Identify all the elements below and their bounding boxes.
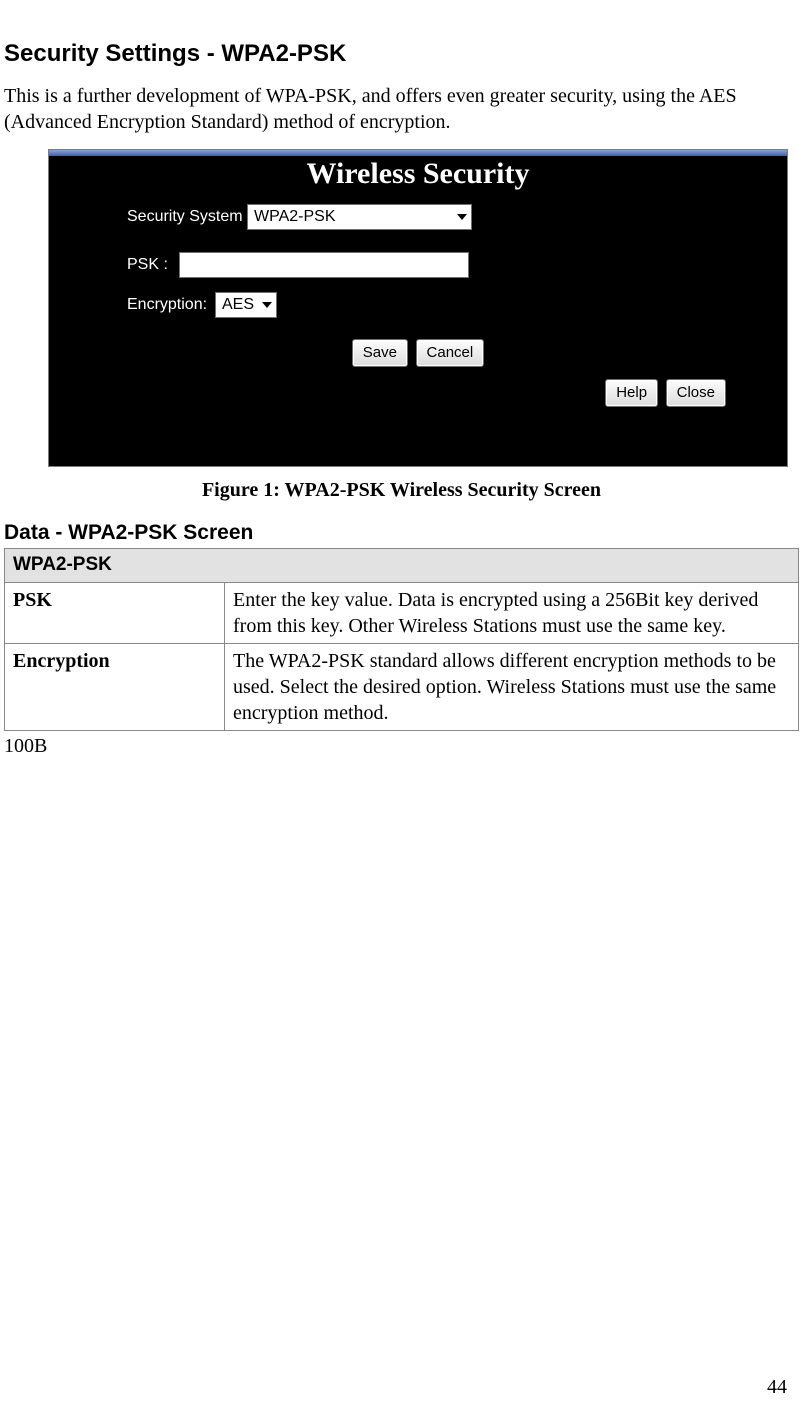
figure-container: Wireless Security Security System WPA2-P… [48,149,788,467]
security-system-label: Security System [127,207,247,228]
help-close-row: Help Close [604,378,727,407]
data-subheading: Data - WPA2-PSK Screen [4,519,799,546]
encryption-value: AES [222,295,254,316]
after-table-text: 100B [4,733,799,759]
table-row: Encryption The WPA2-PSK standard allows … [5,644,799,731]
psk-input[interactable] [179,252,469,278]
page-number: 44 [767,1374,787,1400]
psk-label: PSK : [127,255,179,276]
table-header-cell: WPA2-PSK [5,549,799,583]
encryption-label: Encryption: [127,295,215,316]
table-row-label: Encryption [5,644,225,731]
security-system-value: WPA2-PSK [254,207,336,228]
encryption-row: Encryption: AES [127,292,277,318]
router-screenshot: Wireless Security Security System WPA2-P… [48,149,788,467]
chevron-down-icon [457,214,467,220]
security-system-select[interactable]: WPA2-PSK [247,204,472,230]
table-row-desc: Enter the key value. Data is encrypted u… [225,583,799,644]
cancel-button[interactable]: Cancel [416,339,485,367]
help-button[interactable]: Help [605,379,658,407]
intro-paragraph: This is a further development of WPA-PSK… [4,83,799,135]
table-row-desc: The WPA2-PSK standard allows different e… [225,644,799,731]
save-cancel-row: Save Cancel [49,338,787,367]
chevron-down-icon [262,302,272,308]
save-button[interactable]: Save [352,339,408,367]
panel-title: Wireless Security [49,154,787,193]
close-button[interactable]: Close [666,379,726,407]
encryption-select[interactable]: AES [215,292,277,318]
psk-row: PSK : [127,252,469,278]
table-row-label: PSK [5,583,225,644]
table-header-row: WPA2-PSK [5,549,799,583]
security-system-row: Security System WPA2-PSK [127,204,472,230]
figure-caption: Figure 1: WPA2-PSK Wireless Security Scr… [4,477,799,503]
data-table: WPA2-PSK PSK Enter the key value. Data i… [4,548,799,731]
page-heading: Security Settings - WPA2-PSK [4,38,799,69]
table-row: PSK Enter the key value. Data is encrypt… [5,583,799,644]
